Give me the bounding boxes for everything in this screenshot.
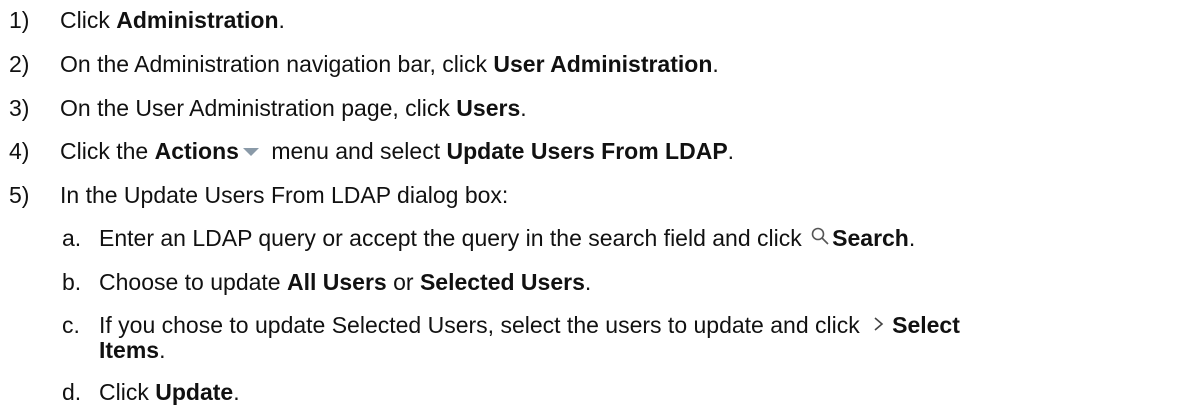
step-text: On the User Administration page, click U… <box>60 95 527 121</box>
chevron-right-icon <box>874 317 884 331</box>
select-items-label-line2: Items <box>99 337 160 363</box>
step-number: 5) <box>9 182 30 208</box>
substep-text: If you chose to update Selected Users, s… <box>99 312 960 338</box>
substep-text: Choose to update All Users or Selected U… <box>99 269 592 295</box>
all-users-label: All Users <box>286 269 387 295</box>
administration-label: Administration <box>116 7 279 33</box>
user-administration-label: User Administration <box>493 51 713 77</box>
substep-text-continued: Items. <box>99 337 166 363</box>
substep-text: Enter an LDAP query or accept the query … <box>99 225 916 251</box>
step-number: 1) <box>9 7 30 33</box>
step-text: Click Administration. <box>60 7 285 33</box>
selected-users-label: Selected Users <box>419 269 585 295</box>
chevron-down-icon <box>242 147 259 156</box>
substep-letter: c. <box>62 312 80 338</box>
step-text: Click the Actions menu and select Update… <box>60 138 735 164</box>
step-text: On the Administration navigation bar, cl… <box>60 51 719 77</box>
search-icon <box>811 227 829 245</box>
update-users-from-ldap-label: Update Users From LDAP <box>446 138 728 164</box>
step-text: In the Update Users From LDAP dialog box… <box>60 182 509 208</box>
substep-text: Click Update. <box>99 379 240 405</box>
search-label: Search <box>832 225 909 251</box>
step-number: 3) <box>9 95 30 121</box>
substep-letter: d. <box>62 379 82 405</box>
step-number: 4) <box>9 138 30 164</box>
substep-letter: a. <box>62 225 82 251</box>
step-number: 2) <box>9 51 30 77</box>
select-items-label-line1: Select <box>892 312 960 338</box>
actions-label: Actions <box>154 138 239 164</box>
update-label: Update <box>155 379 234 405</box>
substep-letter: b. <box>62 269 82 295</box>
users-label: Users <box>456 95 521 121</box>
